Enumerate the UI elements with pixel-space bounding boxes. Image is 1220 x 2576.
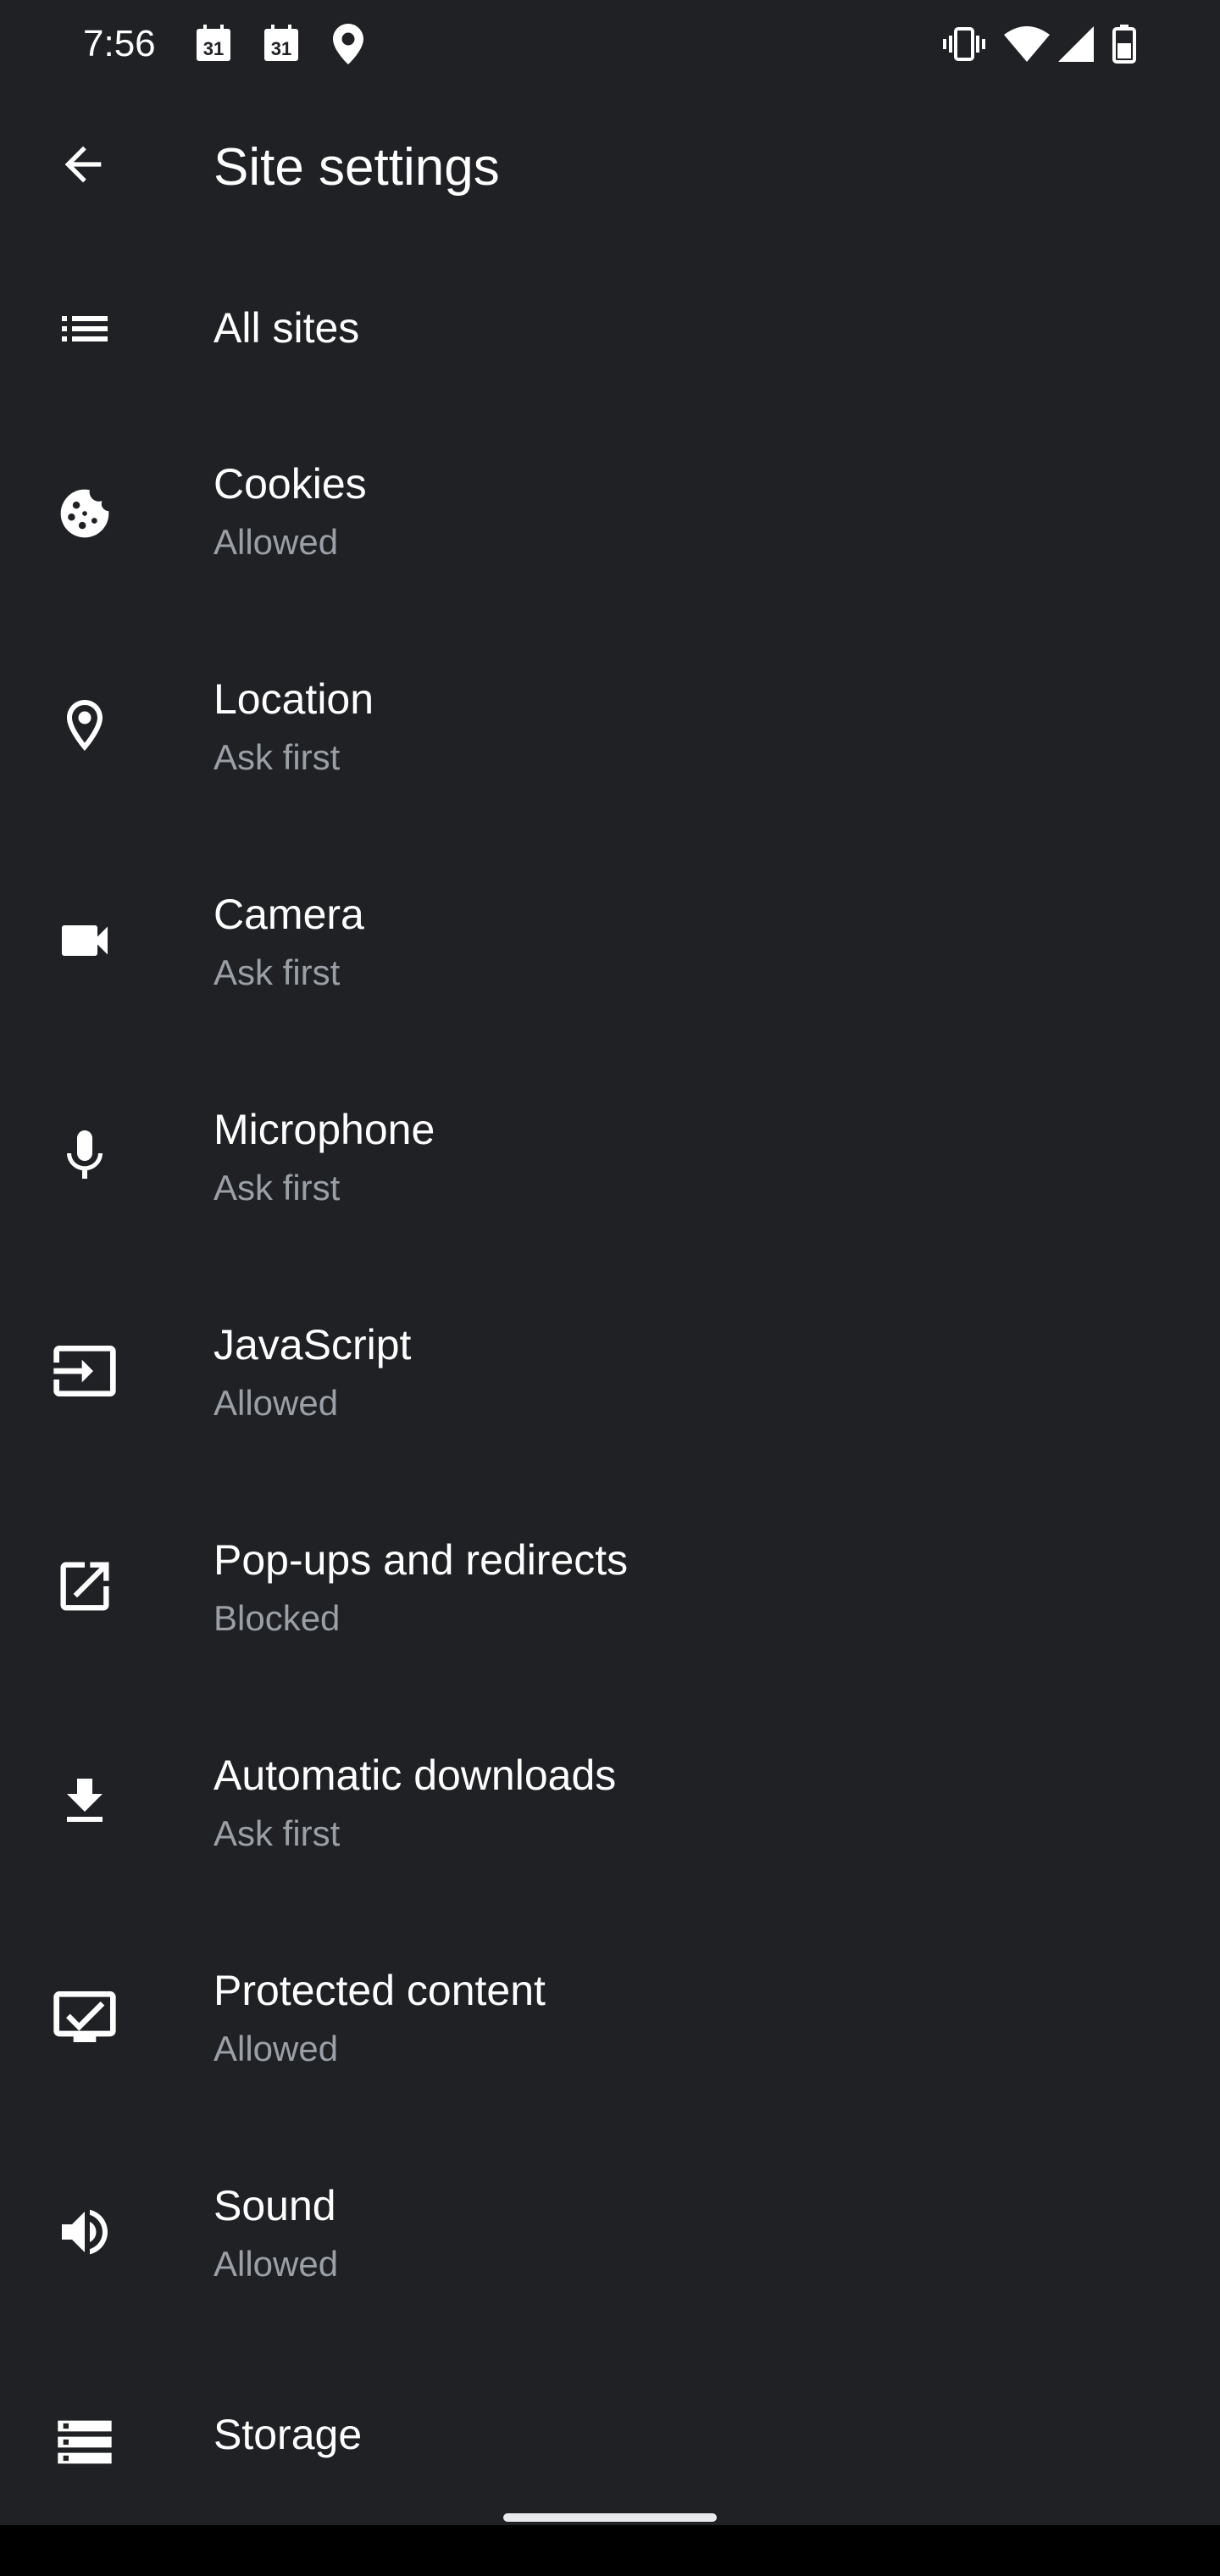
back-button[interactable] xyxy=(42,124,124,205)
item-title: Microphone xyxy=(214,1106,435,1153)
download-icon xyxy=(44,1761,125,1842)
signal-icon xyxy=(1057,19,1095,69)
list-item-downloads[interactable]: Automatic downloads Ask first xyxy=(0,1712,1220,1927)
item-title: Location xyxy=(214,675,374,723)
input-icon xyxy=(44,1330,125,1412)
item-subtitle: Ask first xyxy=(214,952,341,992)
status-bar: 7:56 31 31 xyxy=(0,0,1220,88)
mic-icon xyxy=(44,1115,125,1196)
item-title: Protected content xyxy=(214,1967,546,2014)
item-subtitle: Ask first xyxy=(214,1168,341,1208)
screen-check-icon xyxy=(44,1976,125,2057)
navigation-bar xyxy=(0,2525,1220,2576)
item-title: Sound xyxy=(214,2182,336,2229)
open-in-new-icon xyxy=(44,1546,125,1627)
item-title: Automatic downloads xyxy=(214,1752,617,1799)
item-subtitle: Ask first xyxy=(214,737,341,777)
item-title: Pop-ups and redirects xyxy=(214,1536,629,1584)
battery-icon xyxy=(1112,19,1137,69)
item-subtitle: Allowed xyxy=(214,2029,339,2068)
item-subtitle: Blocked xyxy=(214,1598,341,1638)
list-item-location[interactable]: Location Ask first xyxy=(0,636,1220,851)
volume-icon xyxy=(44,2191,125,2273)
videocam-icon xyxy=(44,900,125,981)
list-item-popups[interactable]: Pop-ups and redirects Blocked xyxy=(0,1496,1220,1712)
calendar-icon: 31 xyxy=(195,24,232,63)
item-title: Camera xyxy=(214,891,364,938)
item-subtitle: Allowed xyxy=(214,1383,339,1423)
status-time: 7:56 xyxy=(83,23,156,64)
page-title: Site settings xyxy=(214,138,500,197)
list-item-sound[interactable]: Sound Allowed xyxy=(0,2142,1220,2357)
item-subtitle: Ask first xyxy=(214,1813,341,1853)
calendar-day-text: 31 xyxy=(271,38,291,59)
item-title: Storage xyxy=(214,2411,363,2458)
location-icon xyxy=(44,685,125,766)
list-item-all-sites[interactable]: All sites xyxy=(0,251,1220,420)
list-item-protected-content[interactable]: Protected content Allowed xyxy=(0,1927,1220,2142)
vibrate-icon xyxy=(940,19,988,69)
list-item-cookies[interactable]: Cookies Allowed xyxy=(0,420,1220,636)
item-subtitle: Allowed xyxy=(214,522,339,562)
arrow-back-icon xyxy=(56,137,110,192)
storage-icon xyxy=(44,2401,125,2483)
calendar-icon: 31 xyxy=(263,24,300,63)
app-bar: Site settings xyxy=(0,88,1220,244)
calendar-day-text: 31 xyxy=(203,38,224,59)
list-item-microphone[interactable]: Microphone Ask first xyxy=(0,1066,1220,1281)
cookie-icon xyxy=(44,473,125,554)
item-subtitle: Allowed xyxy=(214,2244,339,2284)
item-title: Cookies xyxy=(214,460,367,508)
list-item-storage[interactable]: Storage xyxy=(0,2357,1220,2527)
list-icon xyxy=(44,288,125,369)
home-indicator[interactable] xyxy=(503,2513,717,2522)
location-pin-icon xyxy=(332,19,364,69)
list-item-javascript[interactable]: JavaScript Allowed xyxy=(0,1281,1220,1496)
list-item-camera[interactable]: Camera Ask first xyxy=(0,851,1220,1066)
item-title: All sites xyxy=(214,304,360,352)
item-title: JavaScript xyxy=(214,1321,412,1368)
wifi-icon xyxy=(1003,19,1051,69)
